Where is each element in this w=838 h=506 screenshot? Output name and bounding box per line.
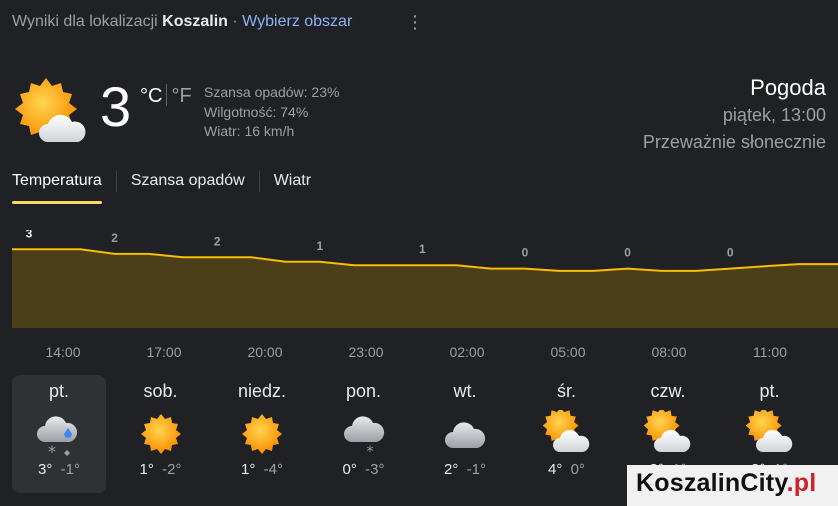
chart-value-label: 0 — [624, 246, 631, 260]
partly-sunny-icon — [15, 78, 86, 142]
chart-tabs: Temperatura Szansa opadów Wiatr — [12, 170, 311, 206]
day-name: pt. — [759, 381, 780, 401]
day-name: wt. — [453, 381, 477, 401]
svg-text:*: * — [48, 442, 56, 458]
time-label: 02:00 — [449, 344, 485, 360]
day-name: pon. — [345, 381, 382, 401]
summary-title: Pogoda — [750, 75, 826, 100]
day-low: -1° — [60, 461, 81, 478]
time-axis: 14:00 17:00 20:00 23:00 02:00 05:00 08:00 11:00 — [0, 344, 838, 364]
unit-celsius[interactable]: °C — [140, 85, 162, 107]
watermark-logo: KoszalinCity.pl — [636, 469, 816, 498]
day-name: niedz. — [237, 381, 287, 401]
day-low: -1° — [466, 461, 487, 478]
tab-divider — [258, 170, 260, 192]
day-temps: 0° -3° — [317, 461, 411, 478]
day-temps: 4° 0° — [520, 461, 614, 478]
unit-divider — [166, 84, 168, 106]
tab-wind[interactable]: Wiatr — [274, 170, 311, 204]
day-temps: 1° -2° — [114, 461, 208, 478]
cloud-sleet-icon: * — [35, 410, 83, 458]
watermark-suffix: .pl — [786, 469, 817, 497]
time-label: 14:00 — [45, 344, 81, 360]
day-temps: 1° -4° — [215, 461, 309, 478]
day-name: śr. — [556, 381, 576, 401]
day-low: -3° — [365, 461, 385, 478]
tab-temperature[interactable]: Temperatura — [12, 170, 102, 204]
svg-text:*: * — [366, 444, 373, 458]
chart-value-label: 0 — [522, 246, 529, 260]
summary-condition: Przeważnie słonecznie — [642, 132, 826, 152]
time-label: 17:00 — [146, 344, 182, 360]
unit-switcher: °C °F — [140, 84, 192, 108]
choose-area-link[interactable]: Wybierz obszar — [242, 13, 352, 30]
current-temperature: 3 — [100, 75, 132, 138]
day-forecast-3[interactable]: pon. * 0° -3° — [317, 375, 411, 493]
day-low: -2° — [162, 461, 182, 478]
weather-summary: Pogoda piątek, 13:00 Przeważnie słoneczn… — [643, 74, 826, 156]
time-label: 20:00 — [247, 344, 283, 360]
cloud-snow-icon: * — [340, 410, 388, 458]
time-label: 23:00 — [348, 344, 384, 360]
time-label: 08:00 — [651, 344, 687, 360]
day-high: 4° — [547, 461, 563, 478]
summary-datetime: piątek, 13:00 — [722, 105, 826, 125]
sun-icon — [137, 410, 185, 458]
temperature-chart: 3 2 2 1 1 0 0 0 — [12, 230, 838, 328]
more-vert-icon[interactable]: ⋮ — [406, 10, 424, 34]
day-forecast-2[interactable]: niedz. 1° -4° — [215, 375, 309, 493]
time-label: 11:00 — [753, 344, 787, 360]
location-line: Wyniki dla lokalizacji Koszalin · Wybier… — [12, 13, 352, 31]
day-forecast-0[interactable]: pt. * 3° -1° — [12, 375, 106, 493]
humidity: Wilgotność: 74% — [204, 103, 309, 120]
day-temps: 2° -1° — [418, 461, 512, 478]
partly-sunny-icon — [644, 410, 691, 452]
partly-sunny-icon — [543, 410, 589, 452]
location-prefix: Wyniki dla lokalizacji — [12, 13, 158, 30]
weather-details: Szansa opadów: 23% Wilgotność: 74% Wiatr… — [204, 83, 339, 142]
wind: Wiatr: 16 km/h — [204, 123, 295, 139]
location-separator: · — [232, 13, 238, 30]
day-forecast-4[interactable]: wt. 2° -1° — [418, 375, 512, 493]
day-name: sob. — [143, 381, 178, 401]
day-high: 0° — [342, 461, 357, 478]
day-high: 2° — [443, 461, 459, 478]
partly-sunny-icon — [746, 410, 792, 452]
tab-divider — [115, 170, 117, 192]
sun-icon — [238, 410, 286, 458]
day-name: pt. — [48, 381, 69, 401]
chart-area — [12, 249, 838, 328]
chart-value-label: 2 — [111, 231, 118, 245]
day-high: 3° — [37, 461, 53, 478]
day-forecast-5[interactable]: śr. 4° 0° — [520, 375, 614, 493]
cloud-icon — [441, 410, 489, 458]
location-city: Koszalin — [162, 13, 228, 30]
day-forecast-1[interactable]: sob. 1° -2° — [114, 375, 208, 493]
chart-value-label: 1 — [316, 239, 323, 253]
chart-value-label: 2 — [214, 234, 221, 248]
precip-chance: Szansa opadów: 23% — [204, 84, 340, 100]
time-label: 05:00 — [550, 344, 586, 360]
day-low: 0° — [570, 461, 586, 478]
day-name: czw. — [650, 381, 686, 401]
tab-precipitation[interactable]: Szansa opadów — [131, 170, 245, 204]
day-high: 1° — [139, 461, 154, 478]
day-temps: 3° -1° — [12, 461, 106, 478]
chart-value-label: 0 — [727, 246, 734, 260]
day-high: 1° — [240, 461, 256, 478]
chart-value-label: 1 — [419, 242, 426, 256]
unit-fahrenheit[interactable]: °F — [171, 85, 191, 107]
day-low: -4° — [263, 461, 284, 478]
watermark-main: KoszalinCity — [636, 469, 787, 497]
chart-value-label: 3 — [26, 230, 33, 240]
